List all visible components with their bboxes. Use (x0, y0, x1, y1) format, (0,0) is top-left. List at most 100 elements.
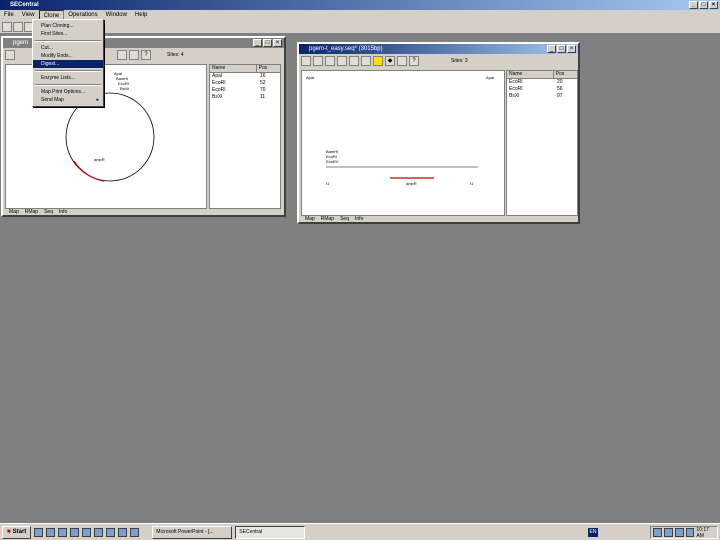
menu-item-map-print-options[interactable]: Map Print Options... (33, 88, 103, 96)
win2-minimize-button[interactable]: _ (547, 45, 556, 53)
tray-icon[interactable] (674, 528, 684, 537)
menu-item-modify-ends[interactable]: Modify Ends... (33, 52, 103, 60)
win2-maximize-button[interactable]: □ (557, 45, 566, 53)
linear-map: ApaI BamHI EcoRI EcoRV f1 ampR f1 ApaI (306, 75, 494, 186)
language-indicator[interactable]: EN (588, 528, 598, 537)
menu-separator (35, 40, 101, 42)
site-list[interactable]: Name Pos ApaI 16 EcoRI 52 EcoRI 70 BsXI 11 (209, 64, 281, 209)
open-icon[interactable] (13, 22, 23, 32)
tool-icon[interactable] (337, 56, 347, 66)
minimize-button[interactable]: _ (689, 1, 698, 9)
win1-close-button[interactable]: × (273, 39, 282, 47)
menu-item-send-map[interactable]: Send Map ▸ (33, 96, 103, 104)
start-label: Start (12, 528, 27, 535)
tab-rmap[interactable]: RMap (22, 209, 41, 216)
tool-icon[interactable] (349, 56, 359, 66)
tab-map[interactable]: Map (7, 209, 21, 216)
tool-icon[interactable] (313, 56, 323, 66)
menu-item-digest[interactable]: Digest... (33, 60, 103, 68)
quicklaunch-icon[interactable] (130, 527, 140, 537)
menu-item-plan-cloning[interactable]: Plan Cloning... (33, 22, 103, 30)
tool-icon[interactable] (361, 56, 371, 66)
menu-item-cut[interactable]: Cut... (33, 44, 103, 52)
tool-icon[interactable] (325, 56, 335, 66)
tray-icon[interactable] (663, 528, 673, 537)
quicklaunch-icon[interactable] (94, 527, 104, 537)
task-powerpoint[interactable]: Microsoft PowerPoint - [... (152, 525, 233, 539)
window-pgem-t-easy-titlebar: pgem-t_easy.seq* (3015bp) _ □ × (299, 44, 578, 54)
maximize-button[interactable]: □ (699, 1, 708, 9)
list-row[interactable]: EcoRI 52 (210, 80, 280, 87)
clone-dropdown-menu: Plan Cloning... Find Sites... Cut... Mod… (32, 19, 104, 107)
window-pgem-t-easy-title: pgem-t_easy.seq* (3015bp) (309, 46, 383, 52)
win1-minimize-button[interactable]: _ (253, 39, 262, 47)
tool-icon[interactable] (397, 56, 407, 66)
col-pos[interactable]: Pos (554, 71, 577, 78)
menubar: File View Clone Operations Window Help (0, 10, 720, 20)
help-icon[interactable]: ? (141, 50, 151, 60)
list-row[interactable]: EcoRI 20 (507, 79, 577, 86)
tab-seq[interactable]: Seq (338, 216, 351, 223)
list-row[interactable]: EcoRI 56 (507, 86, 577, 93)
window-pgem-title: pgem (13, 40, 29, 46)
start-button[interactable]: ■ Start (2, 525, 32, 539)
menu-item-find-sites[interactable]: Find Sites... (33, 30, 103, 38)
task-secentral[interactable]: SECentral (235, 525, 306, 539)
site-list[interactable]: Name Pos EcoRI 20 EcoRI 56 BsXI 97 (506, 70, 578, 216)
map-label: ApaI (306, 75, 314, 80)
app-title-bar: SECentral _ □ × (0, 0, 720, 10)
list-row[interactable]: EcoRI 70 (210, 87, 280, 94)
quicklaunch-icon[interactable] (34, 527, 44, 537)
linear-map-canvas[interactable]: ApaI BamHI EcoRI EcoRV f1 ampR f1 ApaI (301, 70, 505, 216)
tab-info[interactable]: Info (352, 216, 366, 223)
window-pgem-t-easy: pgem-t_easy.seq* (3015bp) _ □ × ◆ ? Site… (297, 42, 580, 224)
submenu-arrow-icon: ▸ (96, 97, 99, 103)
help-icon[interactable]: ? (409, 56, 419, 66)
quicklaunch-icon[interactable] (118, 527, 128, 537)
ampR-arc (73, 160, 105, 182)
map-label: ampR (94, 157, 105, 162)
menu-item-enzyme-lists[interactable]: Enzyme Lists... (33, 74, 103, 82)
col-name[interactable]: Name (210, 65, 257, 72)
tab-rmap[interactable]: RMap (318, 216, 337, 223)
col-name[interactable]: Name (507, 71, 554, 78)
system-tray: 10:17 AM (650, 526, 718, 539)
tray-icon[interactable] (685, 528, 695, 537)
pencil-icon[interactable] (5, 50, 15, 60)
tray-icon[interactable] (653, 528, 662, 537)
map-label: ampR (406, 181, 417, 186)
sites-count: Sites: 4 (167, 52, 184, 58)
view-tabs: Map RMap Seq Info (303, 216, 366, 223)
pencil-icon[interactable] (301, 56, 311, 66)
map-label: BsiXI (120, 86, 129, 91)
list-row[interactable]: ApaI 16 (210, 73, 280, 80)
list-row[interactable]: BsXI 11 (210, 94, 280, 101)
tool-icon[interactable] (129, 50, 139, 60)
diamond-icon[interactable]: ◆ (385, 56, 395, 66)
menu-item-send-map-label: Send Map (41, 97, 64, 103)
taskbar: ■ Start Microsoft PowerPoint - [... SECe… (0, 523, 720, 540)
win2-close-button[interactable]: × (567, 45, 576, 53)
quicklaunch-icon[interactable] (46, 527, 56, 537)
win2-toolbar: ◆ ? Sites: 3 (299, 54, 578, 68)
tab-seq[interactable]: Seq (42, 209, 55, 216)
menu-file[interactable]: File (0, 10, 18, 20)
tool-icon[interactable] (117, 50, 127, 60)
app-title: SECentral (10, 2, 39, 8)
menu-window[interactable]: Window (102, 10, 131, 20)
win1-maximize-button[interactable]: □ (263, 39, 272, 47)
quicklaunch-icon[interactable] (70, 527, 80, 537)
menu-help[interactable]: Help (131, 10, 151, 20)
quicklaunch-icon[interactable] (82, 527, 92, 537)
windows-logo-icon: ■ (7, 528, 11, 535)
quicklaunch-icon[interactable] (106, 527, 116, 537)
tab-info[interactable]: Info (56, 209, 70, 216)
quicklaunch-icon[interactable] (58, 527, 68, 537)
close-button[interactable]: × (709, 1, 718, 9)
col-pos[interactable]: Pos (257, 65, 280, 72)
new-icon[interactable] (2, 22, 12, 32)
tab-map[interactable]: Map (303, 216, 317, 223)
list-row[interactable]: BsXI 97 (507, 93, 577, 100)
highlight-icon[interactable] (373, 56, 383, 66)
map-label: ApaI (486, 75, 494, 80)
